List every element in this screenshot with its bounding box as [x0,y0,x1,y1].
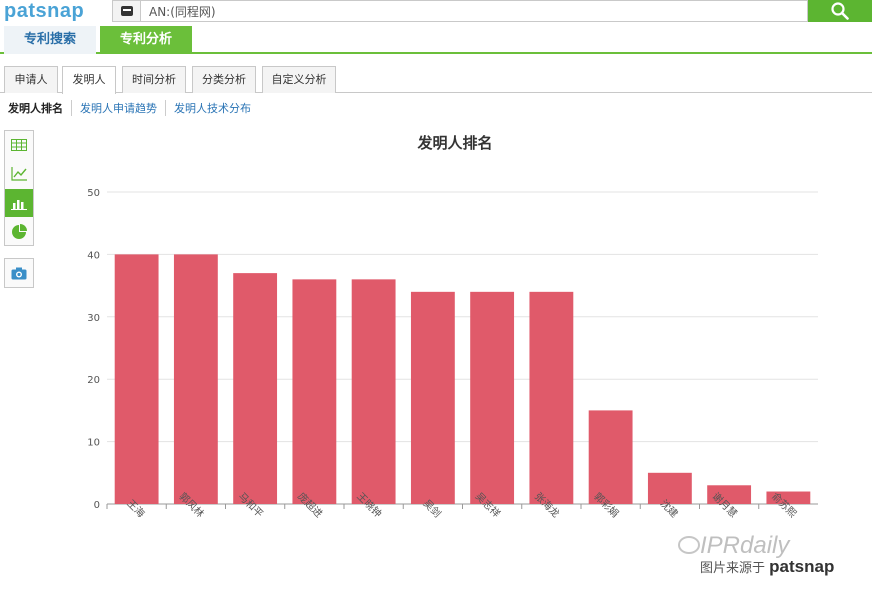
tab-patent-search[interactable]: 专利搜索 [4,26,96,54]
tab-time-analysis[interactable]: 时间分析 [122,66,186,93]
table-icon [11,139,27,151]
y-tick-label: 40 [87,250,100,261]
bar [233,273,278,504]
bar [173,254,218,504]
bar [529,291,574,504]
search-input[interactable]: AN:(同程网) [149,3,216,20]
chart-title: 发明人排名 [417,134,493,152]
bar [292,279,337,504]
watermark-source: 图片来源于 patsnap [700,557,834,577]
y-tick-label: 30 [87,313,100,324]
bar [588,410,633,504]
screenshot-button[interactable] [4,258,34,288]
top-bar: patsnap AN:(同程网) [0,0,872,24]
y-tick-label: 20 [87,375,100,386]
tab-classification-analysis[interactable]: 分类分析 [192,66,256,93]
link-inventor-ranking[interactable]: 发明人排名 [6,100,71,116]
inventor-ranking-bar-chart: 01020304050王海 郭风林 马和平 庞超进 王晓钟 吴剑 吴志祥 张海龙 郭彩娟 沈建 谢月… [87,188,818,520]
database-select-button[interactable] [113,1,141,21]
watermark-brand: IPRdaily [700,532,790,559]
bar-chart-button[interactable] [5,189,33,217]
main-tabs: 专利搜索 专利分析 [0,26,872,54]
tab-applicant[interactable]: 申请人 [4,66,58,93]
tab-inventor[interactable]: 发明人 [62,66,116,94]
link-inventor-trend[interactable]: 发明人申请趋势 [71,100,165,116]
bar [114,254,159,504]
tab-custom-analysis[interactable]: 自定义分析 [262,66,336,93]
wechat-logo-icon [678,536,700,554]
chart-type-toolbar [4,130,34,246]
line-chart-button[interactable] [5,160,33,188]
table-view-button[interactable] [5,131,33,159]
pie-chart-button[interactable] [5,218,33,246]
patsnap-logo[interactable]: patsnap [4,0,84,23]
y-tick-label: 50 [87,188,100,199]
search-box[interactable]: AN:(同程网) [112,0,808,22]
watermark-source-brand: patsnap [769,557,835,576]
bar-chart-icon [11,200,27,210]
camera-icon [11,267,27,279]
search-button[interactable] [808,0,872,22]
watermark-source-prefix: 图片来源于 [700,561,766,576]
search-icon [831,2,849,20]
bar [351,279,396,504]
bar [470,291,515,504]
y-tick-label: 0 [94,500,100,511]
analysis-sub-tabs: 申请人 发明人 时间分析 分类分析 自定义分析 [0,66,872,94]
bar [647,472,692,504]
y-tick-label: 10 [87,438,100,449]
tab-patent-analysis[interactable]: 专利分析 [100,26,192,54]
bar [410,291,455,504]
pie-chart-icon [12,224,27,239]
line-chart-icon [11,167,27,181]
database-icon [120,6,133,16]
inventor-view-links: 发明人排名 发明人申请趋势 发明人技术分布 [6,100,259,116]
link-inventor-tech-distribution[interactable]: 发明人技术分布 [165,100,259,116]
